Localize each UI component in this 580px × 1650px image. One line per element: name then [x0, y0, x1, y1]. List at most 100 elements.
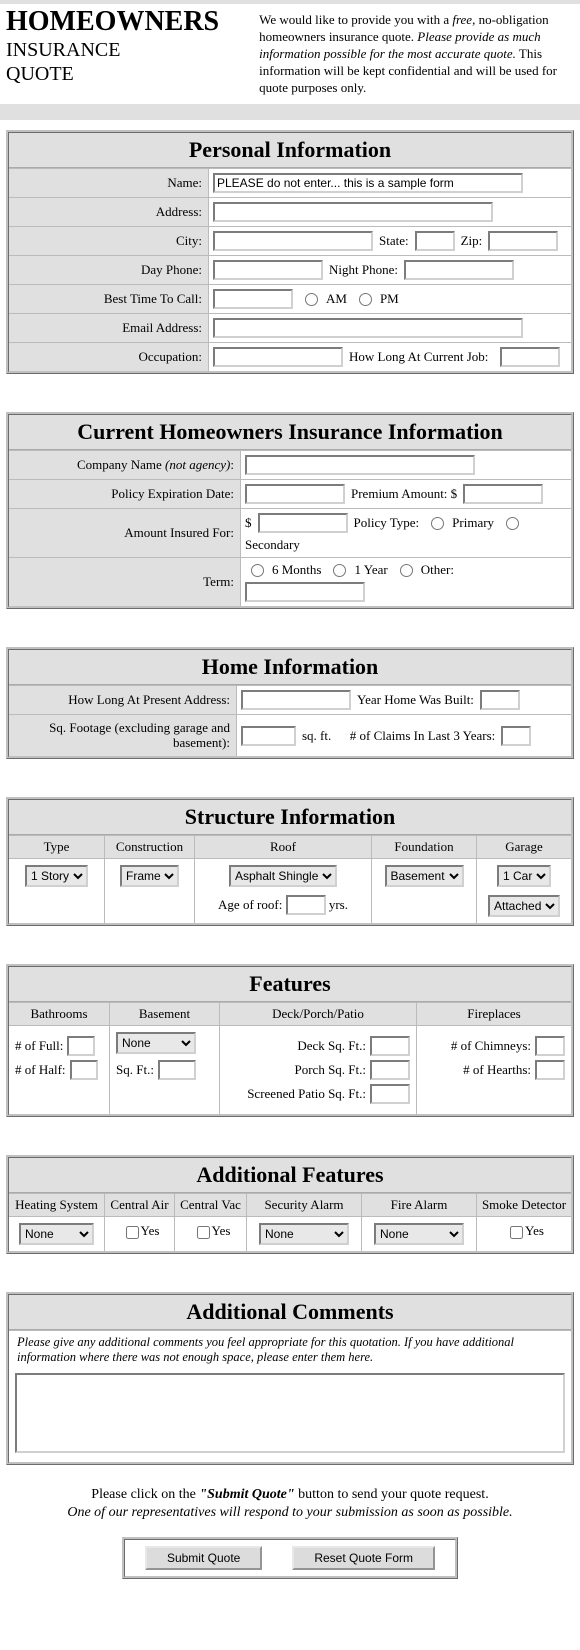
- basement-sqft-input[interactable]: [158, 1060, 196, 1080]
- address-input[interactable]: [213, 202, 493, 222]
- pm-radio[interactable]: [359, 293, 372, 306]
- term-6m-radio[interactable]: [251, 564, 264, 577]
- howlong-label: How Long At Present Address:: [9, 686, 237, 714]
- features-panel: Features Bathrooms # of Full: # of Half:…: [6, 964, 574, 1117]
- deck-head: Deck/Porch/Patio: [220, 1003, 416, 1026]
- expdate-label: Policy Expiration Date:: [9, 480, 241, 508]
- additional-features-panel: Additional Features Heating System None …: [6, 1155, 574, 1254]
- porchsqft-input[interactable]: [370, 1060, 410, 1080]
- header-intro: We would like to provide you with a free…: [259, 8, 574, 96]
- security-select[interactable]: None: [259, 1223, 349, 1245]
- comments-textarea[interactable]: [15, 1373, 566, 1453]
- garage-attached-select[interactable]: Attached: [488, 895, 560, 917]
- nightphone-input[interactable]: [404, 260, 514, 280]
- centralair-yes: Yes: [141, 1223, 160, 1238]
- construction-head: Construction: [105, 836, 194, 859]
- comments-instruction: Please give any additional comments you …: [9, 1330, 571, 1369]
- type-head: Type: [9, 836, 104, 859]
- email-input[interactable]: [213, 318, 523, 338]
- centralvac-checkbox[interactable]: [197, 1226, 210, 1239]
- company-label-text: Company Name: [77, 457, 162, 473]
- construction-select[interactable]: Frame: [120, 865, 179, 887]
- button-tray: Submit Quote Reset Quote Form: [122, 1537, 458, 1579]
- comments-heading: Additional Comments: [9, 1295, 571, 1330]
- term-other-radio[interactable]: [400, 564, 413, 577]
- home-info-panel: Home Information How Long At Present Add…: [6, 647, 574, 759]
- amountinsured-input[interactable]: [258, 513, 348, 533]
- state-input[interactable]: [415, 231, 455, 251]
- howlong-input[interactable]: [241, 690, 351, 710]
- heating-select[interactable]: None: [19, 1223, 94, 1245]
- basement-sqft-label: Sq. Ft.:: [116, 1062, 154, 1078]
- reset-button[interactable]: Reset Quote Form: [292, 1546, 435, 1570]
- claims-input[interactable]: [501, 726, 531, 746]
- type-select[interactable]: 1 Story: [25, 865, 88, 887]
- full-input[interactable]: [67, 1036, 95, 1056]
- roof-head: Roof: [195, 836, 371, 859]
- dayphone-input[interactable]: [213, 260, 323, 280]
- ageofroof-input[interactable]: [286, 895, 326, 915]
- chimneys-input[interactable]: [535, 1036, 565, 1056]
- foundation-select[interactable]: Basement: [385, 865, 464, 887]
- zip-input[interactable]: [488, 231, 558, 251]
- yrs-label: yrs.: [329, 897, 348, 912]
- centralair-checkbox[interactable]: [126, 1226, 139, 1239]
- heating-head: Heating System: [9, 1194, 104, 1217]
- term-1y-radio[interactable]: [333, 564, 346, 577]
- basement-select[interactable]: None: [116, 1032, 196, 1054]
- dollar-sign: $: [245, 515, 252, 531]
- garage-head: Garage: [477, 836, 571, 859]
- current-insurance-panel: Current Homeowners Insurance Information…: [6, 412, 574, 609]
- separator: [0, 104, 580, 120]
- secondary-radio[interactable]: [506, 517, 519, 530]
- yearbuilt-input[interactable]: [480, 690, 520, 710]
- state-label: State:: [379, 233, 409, 249]
- garage-select[interactable]: 1 Car: [497, 865, 551, 887]
- sqft-input[interactable]: [241, 726, 296, 746]
- premium-input[interactable]: [463, 484, 543, 504]
- secondary-label: Secondary: [245, 537, 300, 553]
- am-radio[interactable]: [305, 293, 318, 306]
- primary-radio[interactable]: [431, 517, 444, 530]
- centralvac-head: Central Vac: [175, 1194, 246, 1217]
- policytype-label: Policy Type:: [354, 515, 420, 531]
- full-label: # of Full:: [15, 1038, 63, 1054]
- page-header: HOMEOWNERS INSURANCE QUOTE We would like…: [0, 4, 580, 104]
- structure-heading: Structure Information: [9, 800, 571, 835]
- city-input[interactable]: [213, 231, 373, 251]
- smoke-head: Smoke Detector: [477, 1194, 571, 1217]
- company-input[interactable]: [245, 455, 475, 475]
- screenedsqft-input[interactable]: [370, 1084, 410, 1104]
- nightphone-label: Night Phone:: [329, 262, 398, 278]
- roof-select[interactable]: Asphalt Shingle: [229, 865, 337, 887]
- intro-free: free: [452, 12, 472, 27]
- foundation-head: Foundation: [372, 836, 476, 859]
- fireplaces-head: Fireplaces: [417, 1003, 571, 1026]
- besttime-input[interactable]: [213, 289, 293, 309]
- am-label: AM: [326, 291, 347, 307]
- features-heading: Features: [9, 967, 571, 1002]
- smoke-checkbox[interactable]: [510, 1226, 523, 1239]
- footer-text: Please click on the "Submit Quote" butto…: [10, 1487, 570, 1521]
- company-note: (not agency): [165, 457, 230, 473]
- amountinsured-label: Amount Insured For:: [9, 509, 241, 557]
- half-input[interactable]: [70, 1060, 98, 1080]
- term-label: Term:: [9, 558, 241, 606]
- occupation-input[interactable]: [213, 347, 343, 367]
- firealarm-select[interactable]: None: [374, 1223, 464, 1245]
- claims-label: # of Claims In Last 3 Years:: [350, 728, 496, 744]
- term-other-input[interactable]: [245, 582, 365, 602]
- address-label: Address:: [9, 198, 209, 226]
- expdate-input[interactable]: [245, 484, 345, 504]
- footer-line1c: button to send your quote request.: [295, 1487, 489, 1502]
- besttime-label: Best Time To Call:: [9, 285, 209, 313]
- submit-button[interactable]: Submit Quote: [145, 1546, 262, 1570]
- structure-panel: Structure Information Type 1 Story Const…: [6, 797, 574, 926]
- centralair-head: Central Air: [105, 1194, 174, 1217]
- name-input[interactable]: [213, 173, 523, 193]
- premium-label: Premium Amount: $: [351, 486, 457, 502]
- howlongjob-input[interactable]: [500, 347, 560, 367]
- personal-heading: Personal Information: [9, 133, 571, 168]
- hearths-input[interactable]: [535, 1060, 565, 1080]
- decksqft-input[interactable]: [370, 1036, 410, 1056]
